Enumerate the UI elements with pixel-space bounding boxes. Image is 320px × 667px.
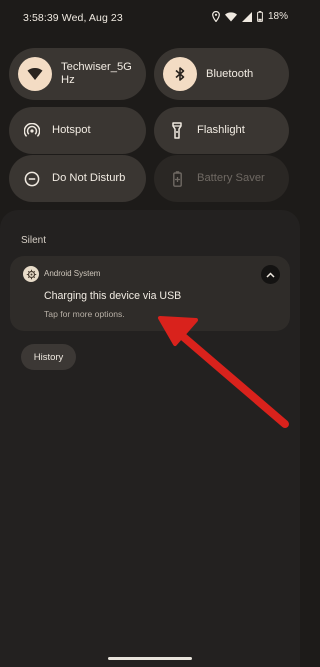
tile-battery-saver-label: Battery Saver [197,172,265,184]
collapse-chevron-up-icon[interactable] [261,265,280,284]
status-time-date: 3:58:39 Wed, Aug 23 [23,12,123,24]
tile-hotspot[interactable]: Hotspot [9,107,146,154]
tile-flashlight[interactable]: Flashlight [154,107,289,154]
wifi-icon: 6 [18,57,52,91]
tile-do-not-disturb[interactable]: Do Not Disturb [9,155,146,202]
tile-do-not-disturb-label: Do Not Disturb [52,172,126,184]
tile-wifi-label: Techwiser_5G Hz [61,61,132,86]
notification-card[interactable]: Android System Charging this device via … [10,256,290,331]
gesture-nav-handle[interactable] [108,657,192,660]
tile-battery-saver[interactable]: Battery Saver [154,155,289,202]
tile-hotspot-label: Hotspot [52,124,91,136]
notification-app-name: Android System [44,269,101,278]
do-not-disturb-icon [21,171,43,187]
notification-subtitle: Tap for more options. [44,309,125,319]
tile-flashlight-label: Flashlight [197,124,245,136]
android-system-app-icon [23,266,39,282]
history-button[interactable]: History [21,344,76,370]
tile-bluetooth-label: Bluetooth [206,67,254,80]
svg-text:6: 6 [37,76,40,81]
cell-signal-icon [241,11,252,22]
tile-bluetooth[interactable]: Bluetooth [154,48,289,100]
notification-title: Charging this device via USB [44,290,182,302]
notification-shade-screen: 3:58:39 Wed, Aug 23 18% 6 Techwiser_5G H… [0,0,300,667]
status-bar: 3:58:39 Wed, Aug 23 18% [0,0,300,34]
battery-saver-icon [166,170,188,187]
hotspot-icon [21,122,43,139]
section-title-silent: Silent [21,235,47,246]
bluetooth-icon [163,57,197,91]
location-icon [212,11,220,22]
wifi-icon [224,11,237,22]
battery-icon [257,11,263,22]
battery-percentage: 18% [267,11,288,22]
tile-wifi[interactable]: 6 Techwiser_5G Hz [9,48,146,100]
status-icons: 18% [212,11,288,22]
flashlight-icon [166,122,188,139]
